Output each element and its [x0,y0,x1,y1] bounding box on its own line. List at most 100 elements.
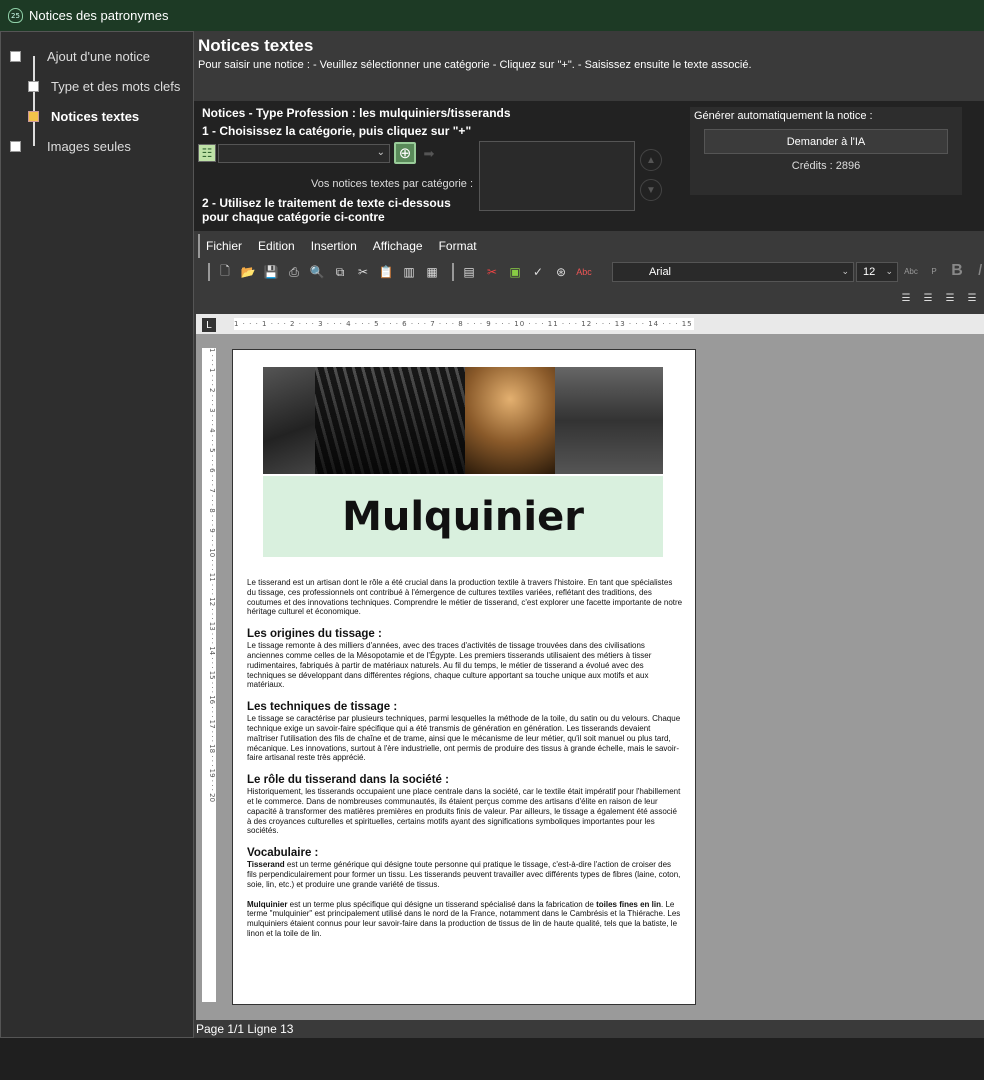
table-icon[interactable]: ▦ [423,263,441,281]
step-add-notice[interactable]: Ajout d'une notice [10,49,150,64]
sidebar: Ajout d'une notice Type et des mots clef… [0,31,194,1038]
align-justify-icon[interactable]: ☰ [898,290,914,306]
definition: est un terme plus spécifique qui désigne… [287,899,597,909]
bold-icon[interactable]: B [948,262,966,280]
intro-paragraph: Le tisserand est un artisan dont le rôle… [247,578,683,617]
thesaurus-icon[interactable]: ⊛ [552,263,570,281]
section-title: Les origines du tissage : [247,628,382,641]
move-down-button[interactable]: ▼ [640,179,662,201]
chevron-down-icon: ⌄ [841,266,849,276]
text-color-icon[interactable]: P [925,262,943,280]
term: Tisserand [247,860,285,870]
columns-icon[interactable]: ▥ [400,263,418,281]
chevron-down-icon: ⌄ [376,147,385,158]
paste-special-icon[interactable]: ▣ [506,263,524,281]
menu-file[interactable]: Fichier [206,239,242,253]
photo-2 [315,367,465,474]
category-icon[interactable]: ☷ [198,144,216,162]
section-title: Vocabulaire : [247,847,319,860]
add-category-button[interactable]: ⊕ [394,142,416,164]
font-select[interactable]: Arial ⌄ [612,262,854,282]
copy-icon[interactable]: ⧉ [331,263,349,281]
vertical-ruler: 1 · · · 1 · · · 2 · · · 3 · · · 4 · · · … [202,348,216,1002]
align-left-icon[interactable]: ☰ [920,290,936,306]
step-images-only[interactable]: Images seules [10,139,131,154]
print-icon[interactable]: ⎙ [285,263,303,281]
step-text-notices[interactable]: Notices textes [28,109,139,124]
menu-insert[interactable]: Insertion [311,239,357,253]
delete-icon[interactable]: ✂ [483,263,501,281]
emphasis: toiles fines en lin [596,899,661,909]
toolbar-separator [452,263,454,281]
move-up-button[interactable]: ▲ [640,149,662,171]
cut-icon[interactable]: ✂ [354,263,372,281]
ask-ai-button[interactable]: Demander à l'IA [704,129,948,154]
step-box-icon [10,141,21,152]
step-label: Notices textes [51,109,140,124]
step2-line2: pour chaque catégorie ci-contre [202,210,385,224]
vocab-mulquinier: Mulquinier est un terme plus spécifique … [247,900,683,939]
window-title: Notices des patronymes [29,8,169,23]
page-subtitle: Pour saisir une notice : - Veuillez séle… [198,59,752,71]
status-bar: Page 1/1 Ligne 13 [196,1022,294,1036]
insert-icon[interactable]: ▤ [460,263,478,281]
chevron-down-icon: ⌄ [885,266,893,276]
photo-3 [465,367,555,474]
page-title: Notices textes [198,36,314,55]
hero-image: Mulquinier [263,367,663,557]
tab-stop-icon[interactable]: L [202,318,216,332]
menu-view[interactable]: Affichage [373,239,423,253]
step-label: Ajout d'une notice [47,49,150,64]
photo-1 [263,367,315,474]
font-size-value: 12 [863,266,876,278]
section-paragraph: Le tissage remonte à des milliers d'anné… [247,641,652,690]
section-paragraph: Le tissage se caractérise par plusieurs … [247,714,681,763]
open-folder-icon[interactable]: 📂 [239,263,257,281]
arrow-right-icon: ➡ [423,145,435,161]
title-bar: 25 Notices des patronymes [0,0,984,31]
step1-instruction: 1 - Choisissez la catégorie, puis clique… [202,124,472,138]
menu-edit[interactable]: Edition [258,239,295,253]
ai-label: Générer automatiquement la notice : [694,110,873,122]
document-page[interactable]: Mulquinier Le tisserand est un artisan d… [232,349,696,1005]
step2-instruction: 2 - Utilisez le traitement de texte ci-d… [202,196,451,224]
new-doc-icon[interactable]: 🗋 [216,263,234,281]
spellcheck-icon[interactable]: ✓ [529,263,547,281]
app-shield-icon: 25 [8,8,23,23]
section-title: Les techniques de tissage : [247,701,398,714]
toolbar-separator [208,263,210,281]
plus-icon: ⊕ [398,145,412,162]
step-label: Type et des mots clefs [51,79,181,94]
banner-title: Mulquinier [263,476,663,557]
taskbar-area [0,1038,984,1080]
abc-icon[interactable]: Abc [575,263,593,281]
step2-line1: 2 - Utilisez le traitement de texte ci-d… [202,196,451,210]
next-arrow-button[interactable]: ➡ [420,144,438,163]
italic-icon[interactable]: I [971,262,984,280]
font-size-select[interactable]: 12 ⌄ [856,262,898,282]
print-preview-icon[interactable]: 🔍 [308,263,326,281]
category-notices-list[interactable] [479,141,635,211]
photo-4 [555,367,663,474]
align-center-icon[interactable]: ☰ [942,290,958,306]
align-right-icon[interactable]: ☰ [964,290,980,306]
arrow-down-icon: ▼ [646,184,656,196]
steps-connector [33,56,35,146]
paste-icon[interactable]: 📋 [377,263,395,281]
menu-format[interactable]: Format [439,239,477,253]
weaving-photos [263,367,663,474]
editor-menubar: Fichier Edition Insertion Affichage Form… [198,234,984,258]
horizontal-ruler[interactable]: 1 · · · 1 · · · 2 · · · 3 · · · 4 · · · … [234,318,694,330]
notice-panel: Notices - Type Profession : les mulquini… [194,101,984,231]
definition: est un terme générique qui désigne toute… [247,860,681,889]
category-list-label: Vos notices textes par catégorie : [311,178,474,190]
step-box-icon [28,81,39,92]
highlight-icon[interactable]: Abc [902,262,920,280]
document-viewport[interactable]: 1 · · · 1 · · · 2 · · · 3 · · · 4 · · · … [196,334,984,1020]
category-select[interactable]: ⌄ [218,144,390,163]
document-content: Le tisserand est un artisan dont le rôle… [247,578,683,949]
save-icon[interactable]: 💾 [262,263,280,281]
arrow-up-icon: ▲ [646,154,656,166]
section-title: Le rôle du tisserand dans la société : [247,774,449,787]
step-type-keywords[interactable]: Type et des mots clefs [28,79,180,94]
